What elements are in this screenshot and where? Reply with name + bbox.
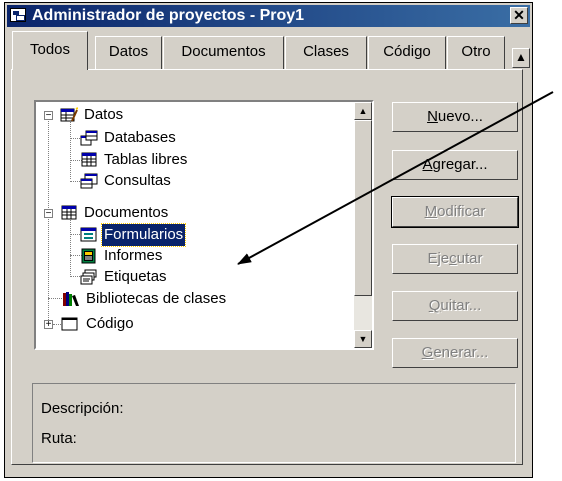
annotation-arrow xyxy=(237,91,554,265)
